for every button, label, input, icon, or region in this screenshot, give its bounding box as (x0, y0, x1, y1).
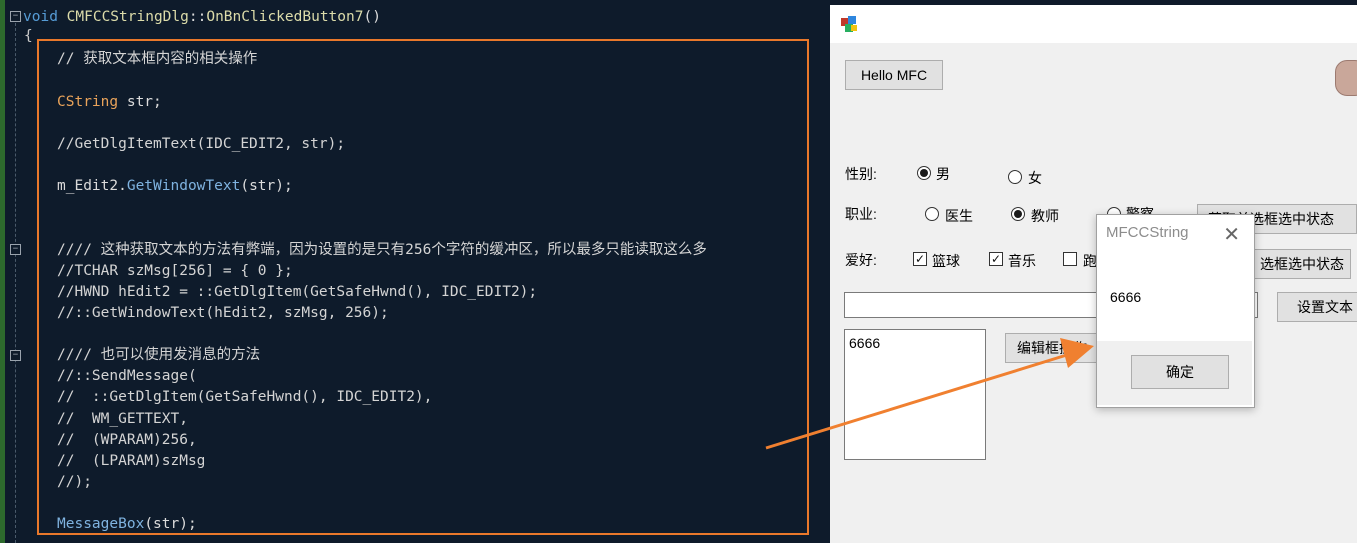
annotation-arrow-icon (765, 338, 1094, 450)
